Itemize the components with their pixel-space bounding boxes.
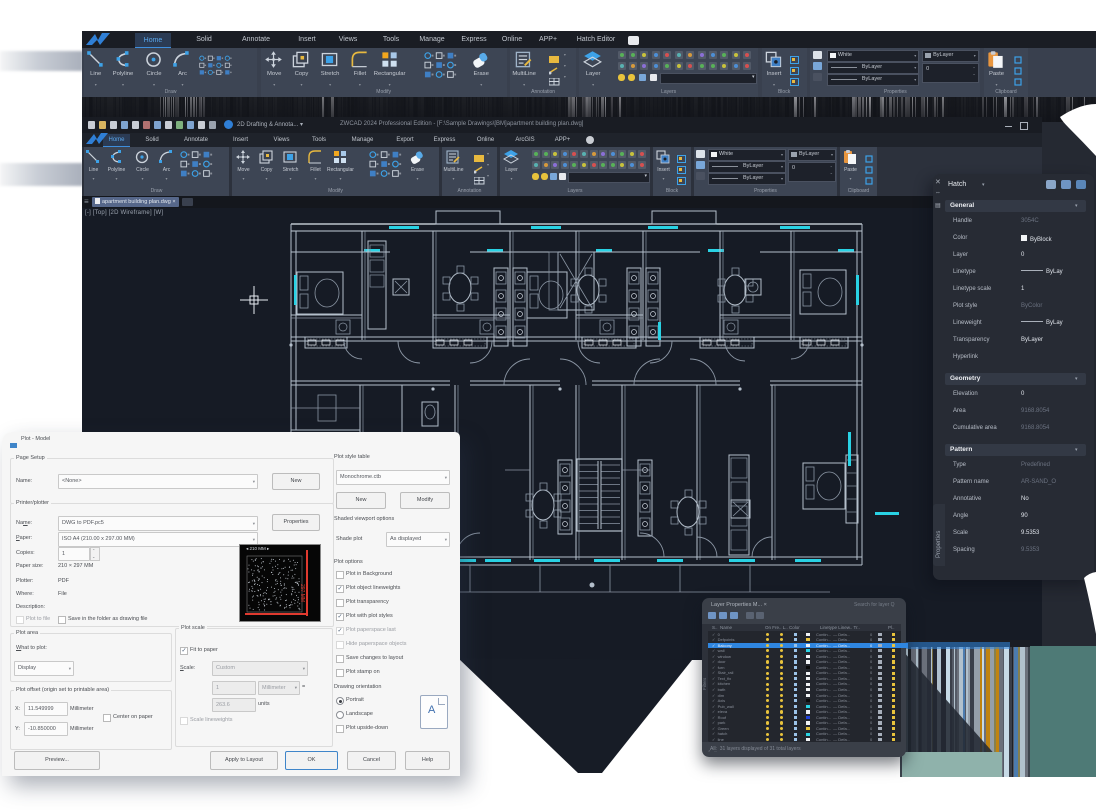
- svg-text:297 MM: 297 MM: [299, 584, 305, 602]
